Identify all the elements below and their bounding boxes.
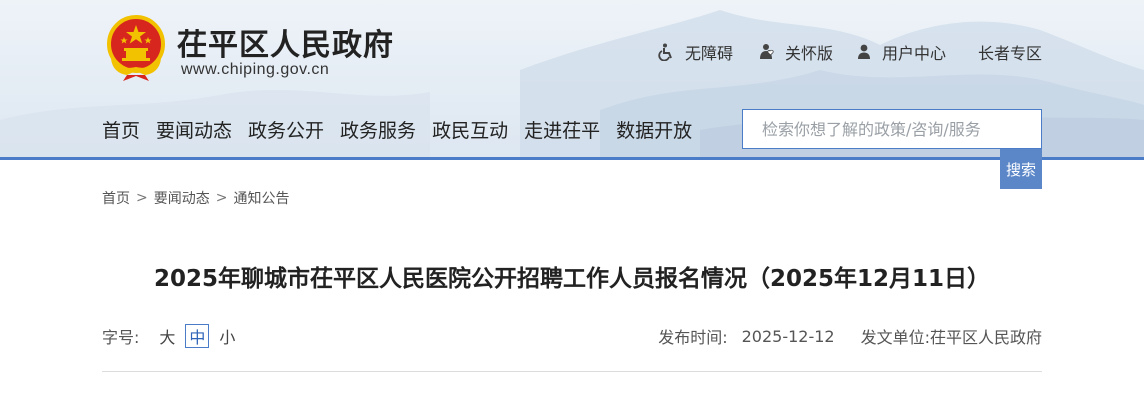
issuer-label: 发文单位: <box>860 328 930 347</box>
nav-item-open-data[interactable]: 数据开放 <box>616 116 692 146</box>
nav-item-gov-affairs-open[interactable]: 政务公开 <box>248 116 324 146</box>
font-size-label: 字号: <box>102 328 140 347</box>
article-meta: 字号: 大 中 小 发布时间: 2025-12-12 发文单位: 茌平区人民政府 <box>102 322 1042 350</box>
nav-item-interaction[interactable]: 政民互动 <box>432 116 508 146</box>
font-size-switcher: 字号: 大 中 小 <box>102 322 239 350</box>
main-nav: 首页 要闻动态 政务公开 政务服务 政民互动 走进茌平 数据开放 <box>102 116 708 146</box>
elderly-zone-link[interactable]: 长者专区 <box>978 40 1042 64</box>
search-button[interactable]: 搜索 <box>1000 149 1042 189</box>
care-icon <box>758 43 776 61</box>
font-size-small[interactable]: 小 <box>215 324 239 348</box>
elderly-zone-label: 长者专区 <box>978 44 1043 63</box>
nav-item-home[interactable]: 首页 <box>102 116 140 146</box>
accessibility-icon <box>658 43 676 61</box>
user-center-label: 用户中心 <box>882 44 947 63</box>
care-version-label: 关怀版 <box>785 44 834 63</box>
issuer: 茌平区人民政府 <box>929 328 1042 347</box>
breadcrumb-home[interactable]: 首页 <box>102 188 130 208</box>
publish-date: 2025-12-12 <box>741 326 835 346</box>
breadcrumb-separator: > <box>215 190 228 206</box>
article-title: 2025年聊城市茌平区人民医院公开招聘工作人员报名情况（2025年12月11日） <box>153 266 991 292</box>
search-input[interactable] <box>742 109 1042 149</box>
nav-item-about-chiping[interactable]: 走进茌平 <box>524 116 600 146</box>
publish-date-label: 发布时间: <box>658 328 728 347</box>
nav-item-news[interactable]: 要闻动态 <box>156 116 232 146</box>
user-icon <box>855 43 873 61</box>
breadcrumb-news[interactable]: 要闻动态 <box>154 188 210 208</box>
breadcrumb: 首页 > 要闻动态 > 通知公告 <box>102 188 289 208</box>
content-divider <box>102 371 1042 372</box>
breadcrumb-separator: > <box>136 190 148 206</box>
top-links: 无障碍 关怀版 用户中心 长者专区 <box>0 40 1144 64</box>
accessibility-link[interactable]: 无障碍 <box>658 40 733 64</box>
header-divider <box>0 157 1144 160</box>
publish-info: 发布时间: 2025-12-12 发文单位: 茌平区人民政府 <box>658 322 1042 350</box>
font-size-medium[interactable]: 中 <box>185 324 210 348</box>
breadcrumb-notices[interactable]: 通知公告 <box>233 188 289 208</box>
accessibility-label: 无障碍 <box>685 44 734 63</box>
font-size-large[interactable]: 大 <box>155 324 179 348</box>
nav-item-gov-services[interactable]: 政务服务 <box>340 116 416 146</box>
user-center-link[interactable]: 用户中心 <box>855 40 946 64</box>
care-version-link[interactable]: 关怀版 <box>758 40 833 64</box>
